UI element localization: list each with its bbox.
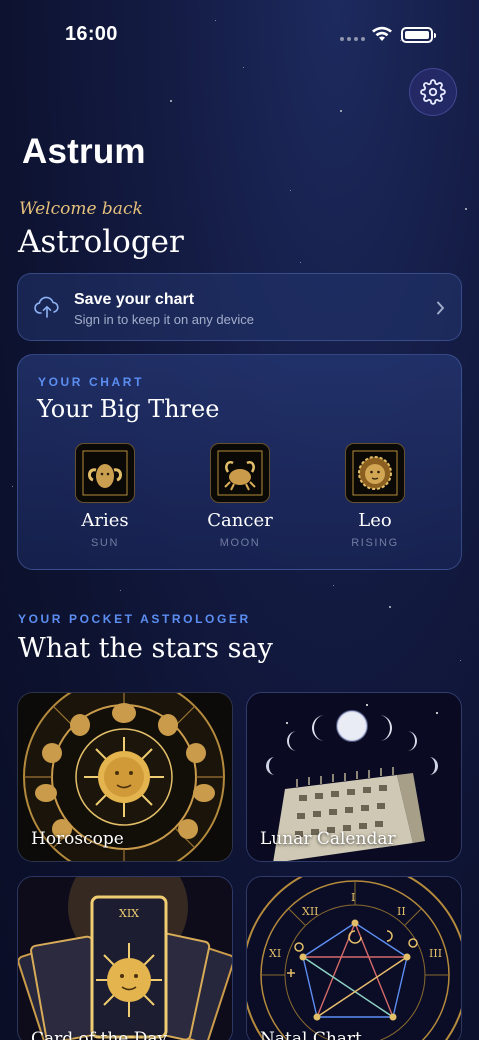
aries-ram-icon bbox=[75, 443, 135, 503]
gear-icon bbox=[420, 79, 446, 105]
sign-name: Aries bbox=[81, 510, 129, 531]
cellular-signal-icon bbox=[340, 37, 365, 41]
app-title: Astrum bbox=[22, 132, 146, 171]
sign-name: Leo bbox=[358, 510, 392, 531]
svg-text:III: III bbox=[429, 947, 442, 960]
lunar-calendar-tile[interactable]: Lunar Calendar bbox=[246, 692, 462, 862]
horoscope-tile[interactable]: Horoscope bbox=[17, 692, 233, 862]
settings-button[interactable] bbox=[409, 68, 457, 116]
tarot-card-icon: XIX bbox=[18, 877, 232, 1040]
status-time: 16:00 bbox=[65, 23, 118, 45]
sign-role: SUN bbox=[90, 537, 120, 549]
chevron-right-icon bbox=[437, 301, 444, 315]
features-title: What the stars say bbox=[18, 633, 273, 664]
leo-lion-icon bbox=[345, 443, 405, 503]
svg-text:II: II bbox=[397, 905, 406, 918]
svg-text:XI: XI bbox=[269, 947, 281, 960]
natal-chart-icon: XII III XI III bbox=[247, 877, 461, 1040]
tile-label: Lunar Calendar bbox=[260, 829, 396, 849]
card-of-the-day-tile[interactable]: XIX Card of the Day bbox=[17, 876, 233, 1040]
big-three-card[interactable]: YOUR CHART Your Big Three Aries SUN Canc… bbox=[17, 354, 462, 570]
svg-text:XIX: XIX bbox=[119, 907, 139, 920]
natal-chart-tile[interactable]: XII II I XI III Natal Chart bbox=[246, 876, 462, 1040]
big-three-eyebrow: YOUR CHART bbox=[38, 375, 144, 389]
cloud-upload-icon bbox=[34, 296, 59, 318]
battery-icon bbox=[401, 27, 436, 43]
save-chart-card[interactable]: Save your chart Sign in to keep it on an… bbox=[17, 273, 462, 341]
sign-role: RISING bbox=[351, 537, 399, 549]
cancer-crab-icon bbox=[210, 443, 270, 503]
svg-text:I: I bbox=[351, 891, 355, 904]
features-eyebrow: YOUR POCKET ASTROLOGER bbox=[18, 612, 251, 626]
svg-text:XII: XII bbox=[302, 905, 319, 918]
wifi-icon bbox=[372, 26, 392, 41]
tile-label: Card of the Day bbox=[31, 1029, 168, 1040]
rising-sign[interactable]: Leo RISING bbox=[315, 443, 435, 549]
tile-label: Natal Chart bbox=[260, 1029, 362, 1040]
moon-sign[interactable]: Cancer MOON bbox=[180, 443, 300, 549]
tile-label: Horoscope bbox=[31, 829, 124, 849]
sign-role: MOON bbox=[219, 537, 261, 549]
big-three-title: Your Big Three bbox=[37, 395, 220, 423]
sun-sign[interactable]: Aries SUN bbox=[45, 443, 165, 549]
user-name: Astrologer bbox=[18, 224, 184, 260]
save-card-subtitle: Sign in to keep it on any device bbox=[74, 312, 254, 327]
save-card-title: Save your chart bbox=[74, 291, 195, 308]
sign-name: Cancer bbox=[207, 510, 273, 531]
welcome-text: Welcome back bbox=[19, 199, 143, 219]
